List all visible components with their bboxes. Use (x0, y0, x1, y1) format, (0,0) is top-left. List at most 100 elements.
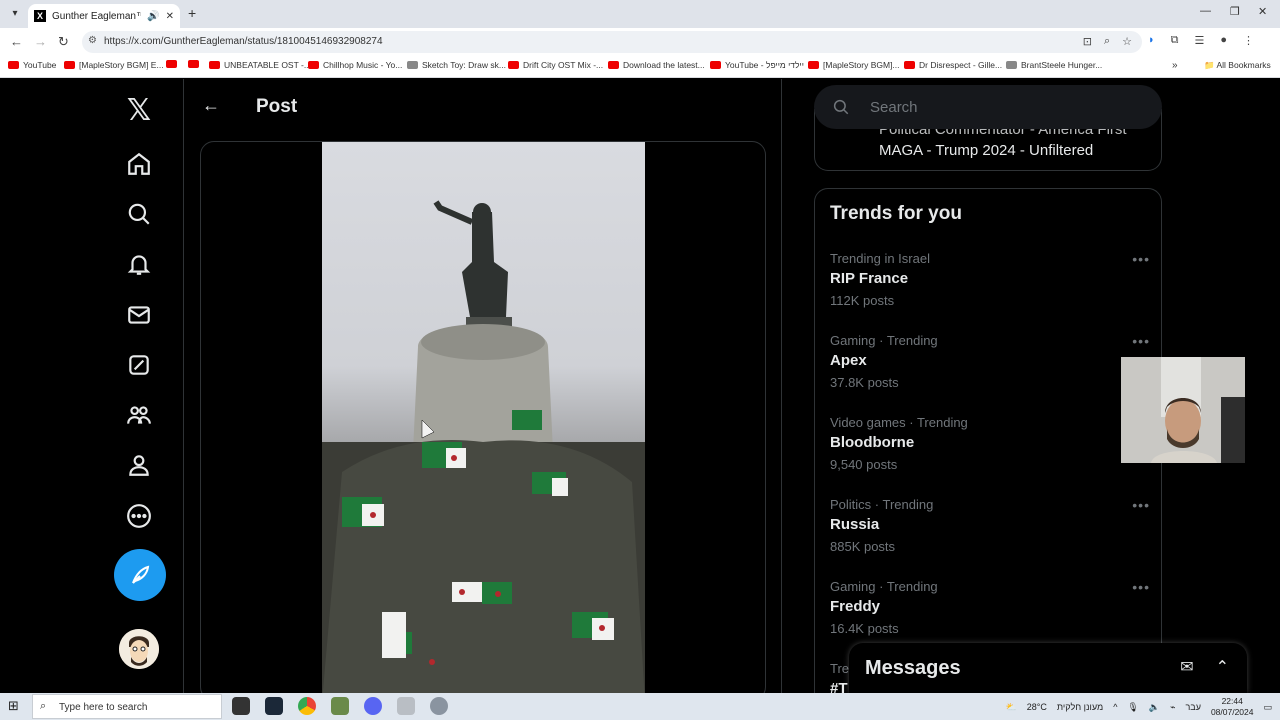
x-logo-icon[interactable]: 𝕏 (124, 93, 154, 128)
system-tray: ⛅ 28°C מעונן חלקית ^ 🎙 🔈 ⌁ עבר 22:44 08/… (1006, 696, 1272, 718)
bookmark-item[interactable]: Download the latest... (608, 60, 705, 70)
post-media[interactable] (200, 141, 766, 693)
trend-context: Gaming · Trending (830, 333, 938, 348)
volume-icon[interactable]: 🔈 (1149, 702, 1160, 713)
windows-start-icon[interactable]: ⊞ (8, 698, 19, 714)
audio-icon[interactable]: 🔊 (147, 11, 159, 22)
back-icon[interactable]: ← (10, 34, 23, 49)
reading-list-icon[interactable]: ☰ (1195, 34, 1205, 47)
more-bookmarks-icon[interactable]: » (1172, 60, 1178, 71)
messages-icon[interactable] (124, 300, 154, 330)
close-tab-icon[interactable]: ✕ (166, 11, 174, 22)
youtube-icon (508, 61, 519, 69)
search-icon (832, 98, 850, 121)
trend-item[interactable]: Video games · Trending Bloodborne 9,540 … (830, 415, 1150, 485)
expand-icon[interactable]: ⌃ (1216, 657, 1229, 677)
trend-count: 16.4K posts (830, 621, 899, 636)
back-arrow-icon[interactable]: ← (202, 95, 220, 116)
more-options-icon[interactable]: ••• (1132, 251, 1150, 267)
bookmark-star-icon[interactable]: ☆ (1122, 35, 1132, 48)
weather-text: מעונן חלקית (1056, 702, 1104, 712)
brantsteele-icon (1006, 61, 1017, 69)
bookmark-item[interactable]: Chillhop Music - Yo... (308, 60, 402, 70)
trend-context: Trending in Israel (830, 251, 930, 266)
post-button[interactable] (114, 549, 166, 601)
explore-icon[interactable] (124, 199, 154, 229)
minimize-icon[interactable]: — (1200, 5, 1211, 17)
notifications-icon[interactable] (124, 249, 154, 279)
youtube-icon (64, 61, 75, 69)
obs-icon[interactable] (232, 697, 250, 715)
taskbar-search-input[interactable]: ⌕ Type here to search (32, 694, 222, 719)
left-navigation: 𝕏 (0, 79, 184, 693)
youtube-icon (188, 60, 199, 68)
bookmark-item[interactable] (188, 60, 199, 68)
weather-icon[interactable]: ⛅ (1006, 702, 1017, 713)
microphone-icon[interactable]: 🎙 (1127, 702, 1138, 713)
download-icon (608, 61, 619, 69)
close-window-icon[interactable]: ✕ (1258, 5, 1267, 18)
forward-icon[interactable]: → (34, 34, 47, 49)
communities-icon[interactable] (124, 400, 154, 430)
zoom-icon[interactable]: ⌕ (1104, 35, 1110, 48)
trend-item[interactable]: Politics · Trending Russia 885K posts ••… (830, 497, 1150, 567)
trend-count: 37.8K posts (830, 375, 899, 390)
trend-name: Bloodborne (830, 434, 915, 451)
discord-icon[interactable] (364, 697, 382, 715)
bookmark-item[interactable]: BrantSteele Hunger... (1006, 60, 1102, 70)
all-bookmarks[interactable]: 📁 All Bookmarks (1204, 60, 1271, 71)
network-icon[interactable]: ⌁ (1170, 702, 1175, 713)
language-indicator[interactable]: עבר (1186, 702, 1201, 712)
browser-tab[interactable]: X Gunther Eagleman™ on X: 🔊 ✕ (28, 4, 180, 28)
search-input[interactable]: Search (814, 85, 1162, 129)
grok-icon[interactable] (124, 350, 154, 380)
app-icon[interactable] (430, 697, 448, 715)
extensions-puzzle-icon[interactable]: ⧉ (1171, 34, 1179, 47)
more-icon[interactable] (124, 501, 154, 531)
bookmark-item[interactable]: Drift City OST Mix -... (508, 60, 603, 70)
notifications-center-icon[interactable]: ▭ (1263, 702, 1272, 713)
bookmark-item[interactable] (166, 60, 177, 68)
chrome-icon[interactable] (298, 697, 316, 715)
more-options-icon[interactable]: ••• (1132, 579, 1150, 595)
profile-icon[interactable] (124, 450, 154, 480)
messages-drawer[interactable]: Messages ✉ ⌃ (849, 643, 1247, 693)
avatar[interactable] (119, 629, 159, 669)
bookmark-item[interactable]: Dr Disrespect - Gille... (904, 60, 1002, 70)
browser-menu-icon[interactable]: ⋮ (1243, 34, 1254, 47)
feather-icon (132, 565, 150, 584)
bookmark-item[interactable]: YouTube - יילדי מייפל (710, 60, 804, 70)
steam-icon[interactable] (265, 697, 283, 715)
trend-item[interactable]: Gaming · Trending Freddy 16.4K posts ••• (830, 579, 1150, 649)
bookmark-item[interactable]: YouTube (8, 60, 56, 70)
trend-count: 9,540 posts (830, 457, 898, 472)
video-player[interactable] (322, 142, 645, 693)
tab-search-icon[interactable]: ▾ (6, 5, 24, 23)
search-icon: ⌕ (40, 700, 47, 712)
more-options-icon[interactable]: ••• (1132, 333, 1150, 349)
trend-item[interactable]: Trending in Israel RIP France 112K posts… (830, 251, 1150, 321)
profile-icon[interactable]: ● (1220, 34, 1227, 47)
x-page: 𝕏 ← Post Political Commentator - America… (0, 79, 1280, 693)
trend-item[interactable]: Gaming · Trending Apex 37.8K posts ••• (830, 333, 1150, 403)
bookmark-item[interactable]: [MapleStory BGM]... (808, 60, 900, 70)
home-icon[interactable] (124, 149, 154, 179)
restore-icon[interactable]: ❐ (1230, 5, 1240, 18)
trend-name: #T (830, 680, 848, 693)
bookmark-item[interactable]: [MapleStory BGM] E... (64, 60, 164, 70)
new-tab-button[interactable]: + (188, 5, 196, 21)
reload-icon[interactable]: ↻ (58, 34, 69, 50)
install-icon[interactable]: ⊡ (1083, 35, 1092, 48)
clock[interactable]: 22:44 08/07/2024 (1211, 696, 1254, 718)
tray-expand-icon[interactable]: ^ (1113, 702, 1117, 712)
bookmark-item[interactable]: Sketch Toy: Draw sk... (407, 60, 506, 70)
new-message-icon[interactable]: ✉ (1180, 657, 1193, 677)
url-field[interactable]: ⚙ https://x.com/GuntherEagleman/status/1… (82, 31, 1142, 53)
app-icon[interactable] (397, 697, 415, 715)
youtube-icon (308, 61, 319, 69)
extension-icon[interactable]: ◗ (1148, 34, 1155, 47)
more-options-icon[interactable]: ••• (1132, 497, 1150, 513)
site-info-icon[interactable]: ⚙ (88, 35, 97, 46)
bookmark-item[interactable]: UNBEATABLE OST -... (209, 60, 311, 70)
app-icon[interactable] (331, 697, 349, 715)
